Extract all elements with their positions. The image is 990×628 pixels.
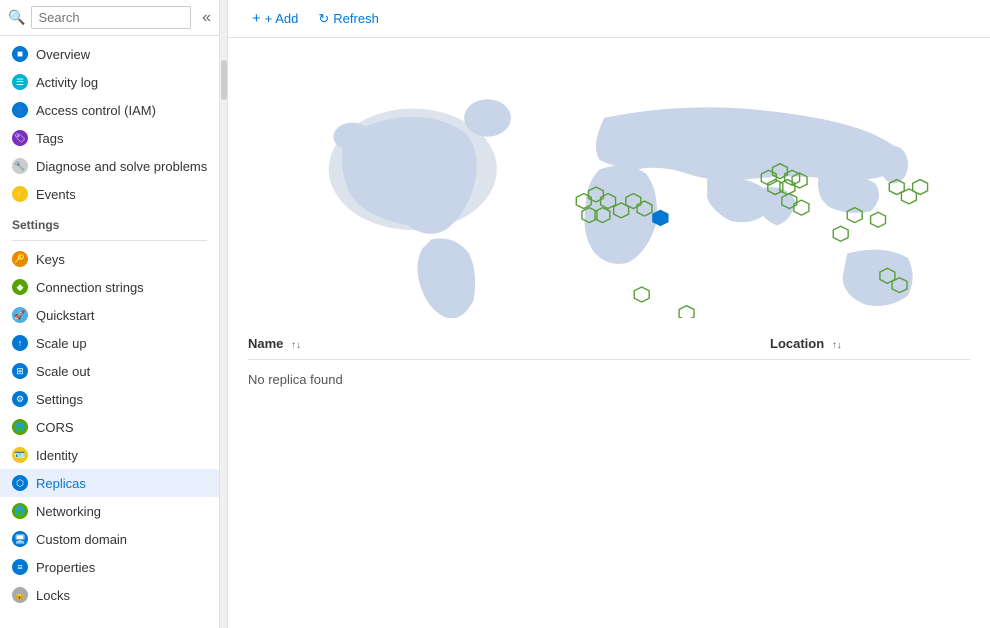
world-map — [268, 58, 950, 318]
add-icon: + — [252, 10, 261, 27]
connection-strings-icon: ◆ — [12, 279, 28, 295]
sidebar-item-label: Scale up — [36, 336, 87, 351]
keys-icon: 🔑 — [12, 251, 28, 267]
name-col-label: Name — [248, 336, 283, 351]
sidebar-item-settings[interactable]: ⚙ Settings — [0, 385, 219, 413]
sidebar-item-quickstart[interactable]: 🚀 Quickstart — [0, 301, 219, 329]
toolbar: + + Add ↻ Refresh — [228, 0, 990, 38]
sidebar-item-label: Overview — [36, 47, 90, 62]
add-button[interactable]: + + Add — [244, 6, 306, 31]
sidebar-nav: ■ Overview ☰ Activity log 👤 Access contr… — [0, 36, 219, 628]
sidebar-item-label: Events — [36, 187, 76, 202]
events-icon: ⚡ — [12, 186, 28, 202]
quickstart-icon: 🚀 — [12, 307, 28, 323]
location-sort-icon[interactable]: ↑↓ — [832, 340, 842, 351]
sidebar-item-label: Activity log — [36, 75, 98, 90]
name-sort-icon[interactable]: ↑↓ — [291, 340, 301, 351]
sidebar-item-label: Access control (IAM) — [36, 103, 156, 118]
overview-icon: ■ — [12, 46, 28, 62]
search-icon: 🔍 — [8, 9, 25, 26]
scale-up-icon: ↑ — [12, 335, 28, 351]
refresh-label: Refresh — [333, 11, 379, 26]
sidebar-item-activity-log[interactable]: ☰ Activity log — [0, 68, 219, 96]
sidebar-item-overview[interactable]: ■ Overview — [0, 40, 219, 68]
scale-out-icon: ⊞ — [12, 363, 28, 379]
location-column-header[interactable]: Location ↑↓ — [770, 336, 970, 351]
sidebar-item-label: Settings — [36, 392, 83, 407]
sidebar-item-connection-strings[interactable]: ◆ Connection strings — [0, 273, 219, 301]
replicas-icon: ⬡ — [12, 475, 28, 491]
settings-section-label: Settings — [0, 208, 219, 236]
identity-icon: 🪪 — [12, 447, 28, 463]
sidebar: 🔍 « ■ Overview ☰ Activity log 👤 Access c… — [0, 0, 220, 628]
sidebar-item-locks[interactable]: 🔒 Locks — [0, 581, 219, 609]
sidebar-item-tags[interactable]: 🏷 Tags — [0, 124, 219, 152]
sidebar-item-label: Replicas — [36, 476, 86, 491]
sidebar-item-label: Identity — [36, 448, 78, 463]
sidebar-item-label: CORS — [36, 420, 74, 435]
sidebar-item-cors[interactable]: 🌐 CORS — [0, 413, 219, 441]
content-area: Name ↑↓ Location ↑↓ No replica found — [228, 38, 990, 628]
sidebar-item-identity[interactable]: 🪪 Identity — [0, 441, 219, 469]
refresh-icon: ↻ — [318, 11, 329, 27]
main-content: + + Add ↻ Refresh — [228, 0, 990, 628]
add-label: + Add — [265, 11, 299, 26]
sidebar-search-bar: 🔍 « — [0, 0, 219, 36]
sidebar-item-networking[interactable]: 🌐 Networking — [0, 497, 219, 525]
custom-domain-icon: 🖥 — [12, 531, 28, 547]
location-col-label: Location — [770, 336, 824, 351]
table-section: Name ↑↓ Location ↑↓ No replica found — [228, 328, 990, 399]
sidebar-item-scale-up[interactable]: ↑ Scale up — [0, 329, 219, 357]
sidebar-item-replicas[interactable]: ⬡ Replicas — [0, 469, 219, 497]
sidebar-item-label: Connection strings — [36, 280, 144, 295]
networking-icon: 🌐 — [12, 503, 28, 519]
table-header: Name ↑↓ Location ↑↓ — [248, 328, 970, 360]
sidebar-item-diagnose[interactable]: 🔧 Diagnose and solve problems — [0, 152, 219, 180]
world-map-svg — [268, 58, 950, 318]
sidebar-item-custom-domain[interactable]: 🖥 Custom domain — [0, 525, 219, 553]
tags-icon: 🏷 — [12, 130, 28, 146]
sidebar-scrollbar[interactable] — [220, 0, 228, 628]
diagnose-icon: 🔧 — [12, 158, 28, 174]
sidebar-item-label: Keys — [36, 252, 65, 267]
sidebar-item-label: Quickstart — [36, 308, 95, 323]
sidebar-item-scale-out[interactable]: ⊞ Scale out — [0, 357, 219, 385]
world-map-container — [228, 38, 990, 328]
name-column-header[interactable]: Name ↑↓ — [248, 336, 770, 351]
sidebar-item-access-control[interactable]: 👤 Access control (IAM) — [0, 96, 219, 124]
settings-icon: ⚙ — [12, 391, 28, 407]
no-data-message: No replica found — [248, 360, 970, 399]
sidebar-item-label: Diagnose and solve problems — [36, 159, 207, 174]
sidebar-item-label: Custom domain — [36, 532, 127, 547]
sidebar-item-label: Tags — [36, 131, 63, 146]
search-input[interactable] — [31, 6, 191, 29]
sidebar-item-events[interactable]: ⚡ Events — [0, 180, 219, 208]
collapse-button[interactable]: « — [202, 9, 211, 27]
sidebar-item-properties[interactable]: ≡ Properties — [0, 553, 219, 581]
activity-log-icon: ☰ — [12, 74, 28, 90]
sidebar-item-label: Properties — [36, 560, 95, 575]
sidebar-item-label: Networking — [36, 504, 101, 519]
access-control-icon: 👤 — [12, 102, 28, 118]
cors-icon: 🌐 — [12, 419, 28, 435]
sidebar-item-keys[interactable]: 🔑 Keys — [0, 245, 219, 273]
sidebar-item-label: Scale out — [36, 364, 90, 379]
settings-divider — [12, 240, 207, 241]
refresh-button[interactable]: ↻ Refresh — [310, 7, 386, 31]
sidebar-item-label: Locks — [36, 588, 70, 603]
locks-icon: 🔒 — [12, 587, 28, 603]
properties-icon: ≡ — [12, 559, 28, 575]
